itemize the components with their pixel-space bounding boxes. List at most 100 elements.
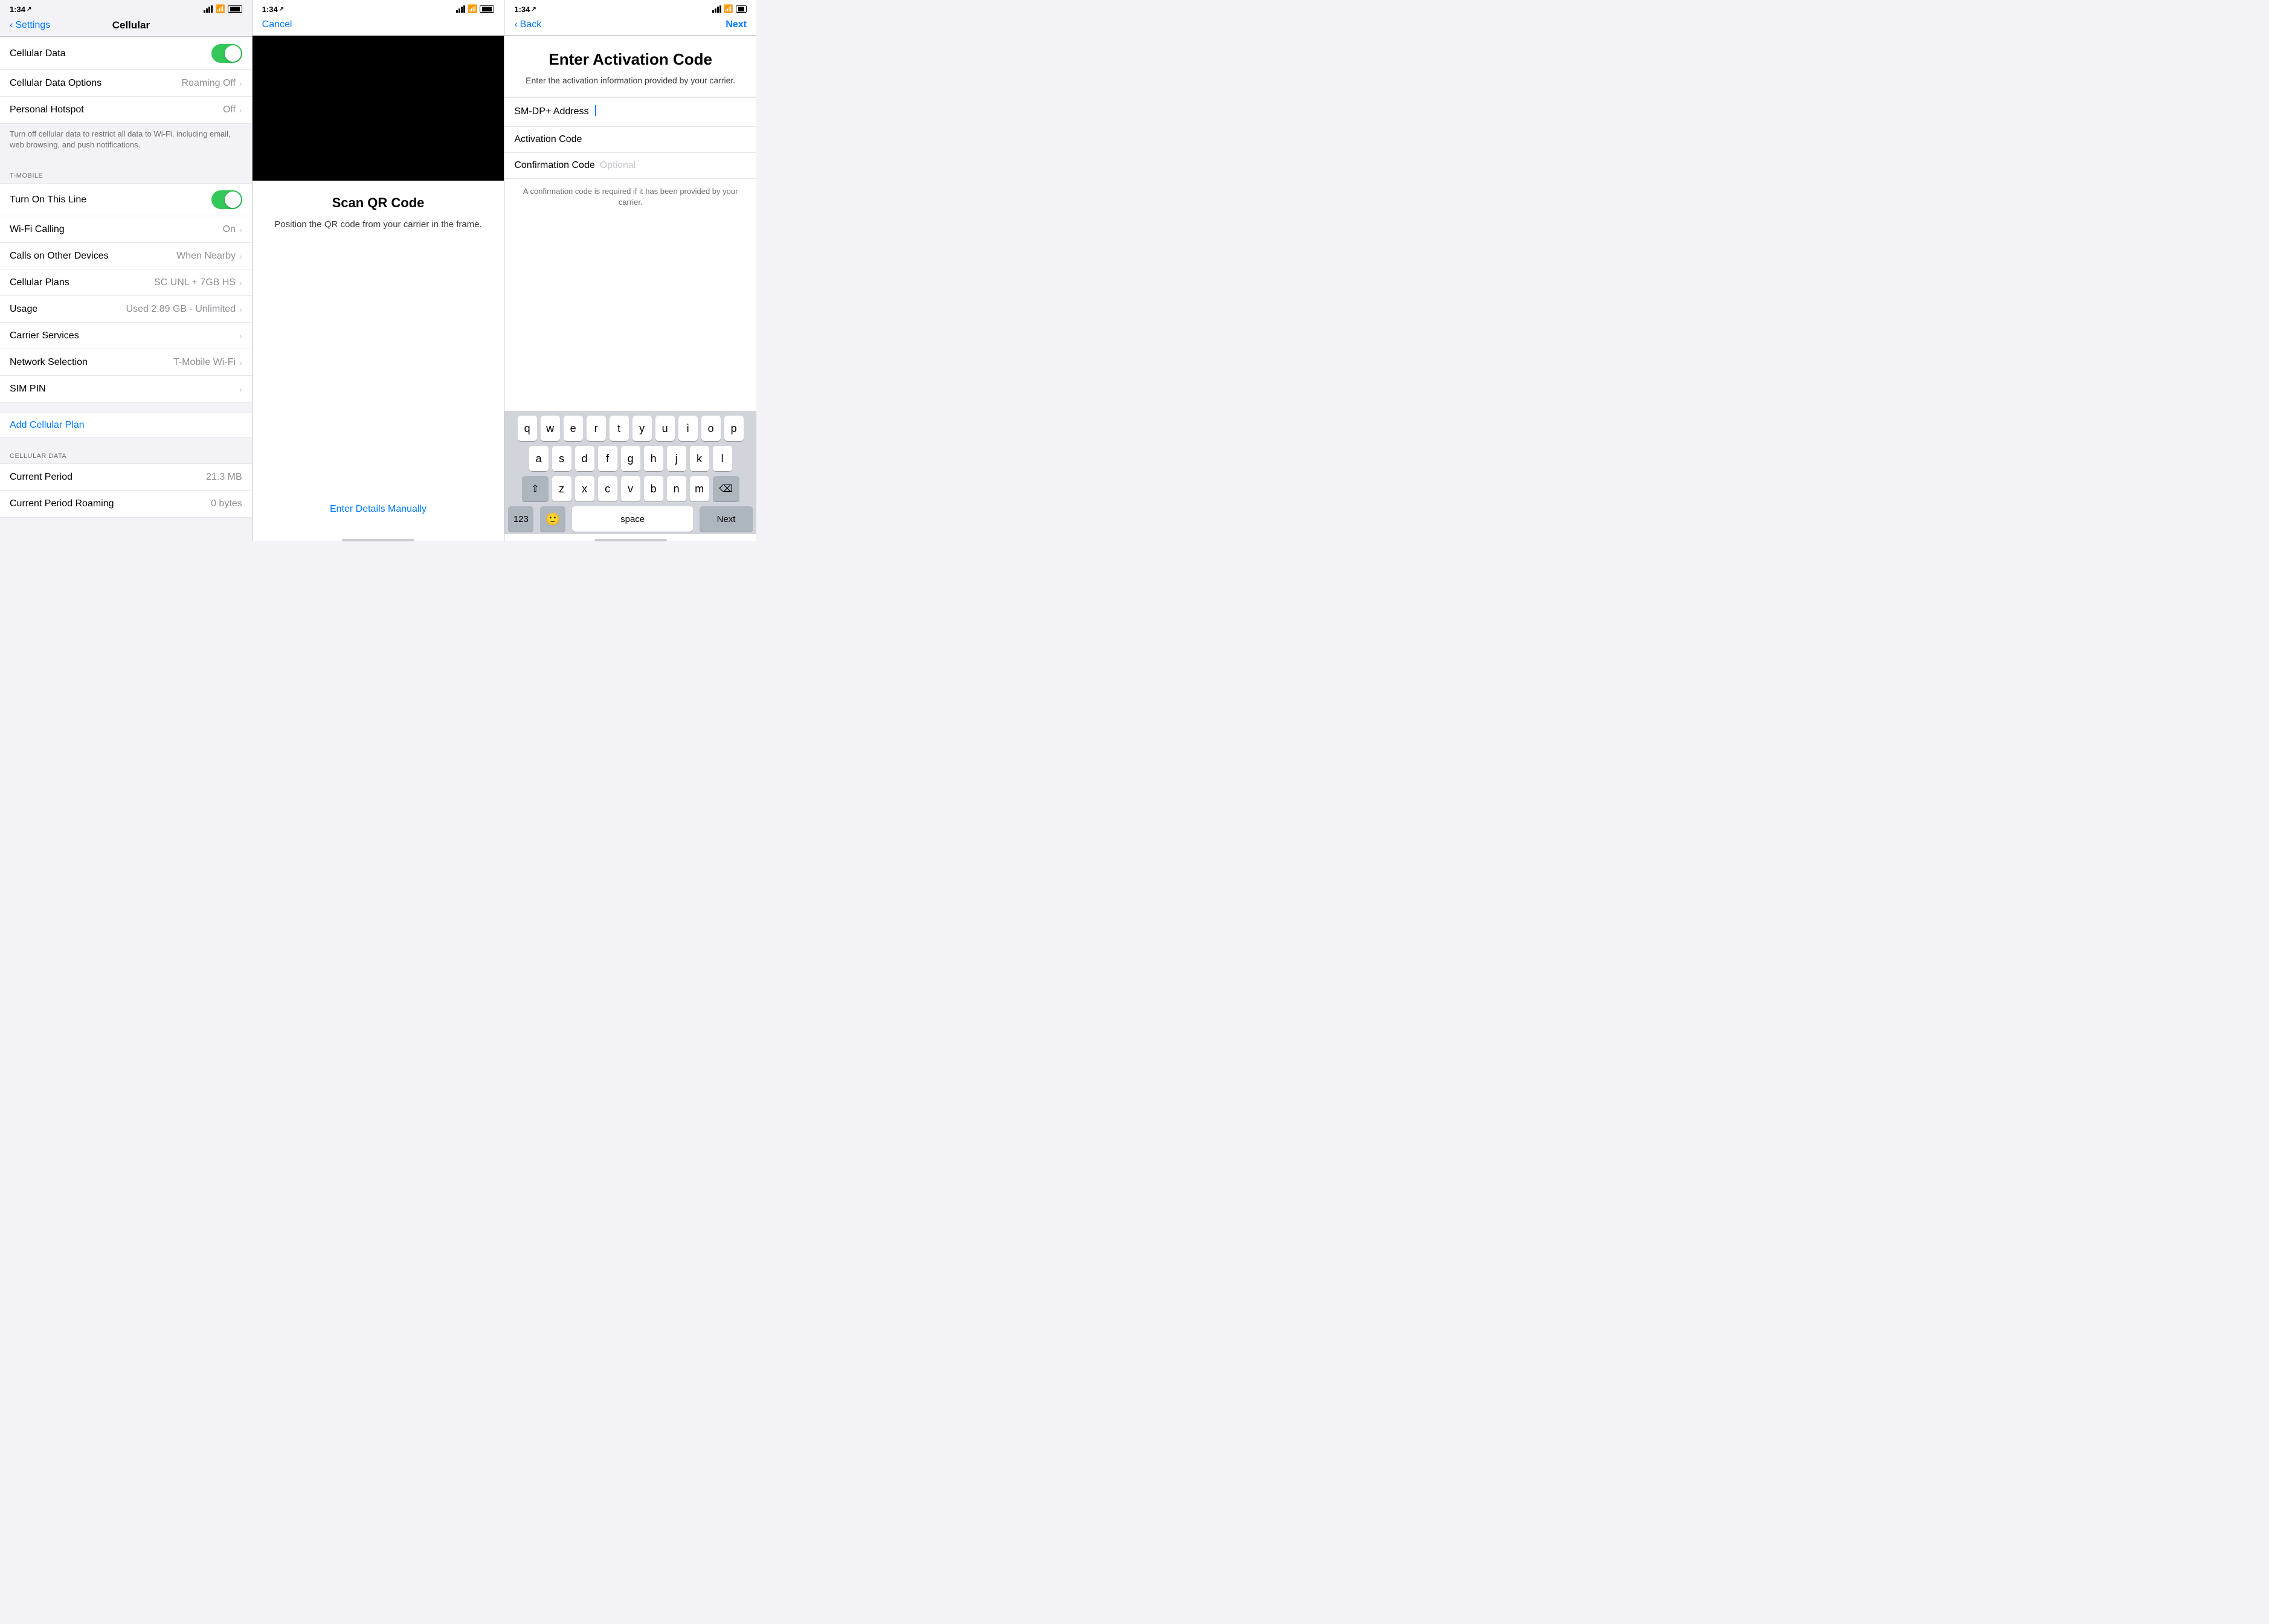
wifi-calling-row[interactable]: Wi-Fi Calling On › — [0, 216, 252, 243]
key-g[interactable]: g — [621, 446, 640, 471]
shift-key[interactable]: ⇧ — [522, 476, 549, 501]
chevron-right-icon-2: › — [239, 105, 242, 115]
current-period-row: Current Period 21.3 MB — [0, 464, 252, 491]
key-r[interactable]: r — [587, 416, 606, 441]
key-b[interactable]: b — [644, 476, 663, 501]
back-button-3[interactable]: ‹ Back — [514, 19, 541, 30]
key-c[interactable]: c — [598, 476, 617, 501]
usage-row[interactable]: Usage Used 2.89 GB - Unlimited › — [0, 296, 252, 323]
personal-hotspot-row[interactable]: Personal Hotspot Off › — [0, 97, 252, 123]
smdp-address-input-row[interactable]: SM-DP+ Address — [514, 105, 747, 119]
keyboard-row-1: q w e r t y u i o p — [506, 416, 755, 441]
key-n[interactable]: n — [667, 476, 686, 501]
smdp-cursor — [594, 105, 596, 119]
key-z[interactable]: z — [552, 476, 571, 501]
sim-pin-row[interactable]: SIM PIN › — [0, 376, 252, 402]
cellular-data-options-value: Roaming Off › — [181, 78, 242, 89]
chevron-right-icon-3: › — [239, 225, 242, 234]
activation-code-panel: 1:34 ↗ 📶 ‹ Back Next Enter Activ — [504, 0, 756, 541]
status-bar-1: 1:34 ↗ 📶 — [0, 0, 252, 17]
personal-hotspot-label: Personal Hotspot — [10, 105, 84, 115]
qr-title: Scan QR Code — [274, 195, 481, 211]
keyboard: q w e r t y u i o p a s d f g h j k l ⇧ … — [504, 411, 756, 534]
key-t[interactable]: t — [610, 416, 629, 441]
key-y[interactable]: y — [632, 416, 652, 441]
key-p[interactable]: p — [724, 416, 744, 441]
chevron-right-icon-9: › — [239, 384, 242, 394]
chevron-right-icon: › — [239, 79, 242, 88]
signal-bar-2 — [206, 8, 208, 13]
signal-bar-4 — [211, 5, 213, 13]
key-k[interactable]: k — [690, 446, 709, 471]
confirmation-code-placeholder: Optional — [600, 160, 636, 171]
battery-icon-1 — [228, 5, 242, 13]
turn-on-line-toggle[interactable] — [211, 190, 242, 209]
cellular-data-row[interactable]: Cellular Data — [0, 37, 252, 70]
chevron-right-icon-4: › — [239, 251, 242, 261]
calls-other-value: When Nearby › — [176, 251, 242, 262]
activation-header: Enter Activation Code Enter the activati… — [504, 36, 756, 97]
network-selection-label: Network Selection — [10, 357, 88, 368]
signal-bars-2 — [456, 5, 465, 13]
space-key[interactable]: space — [572, 506, 693, 532]
key-o[interactable]: o — [701, 416, 721, 441]
current-period-value: 21.3 MB — [206, 472, 242, 483]
confirmation-code-field-row[interactable]: Confirmation Code Optional — [504, 153, 756, 179]
activation-fields: SM-DP+ Address Activation Code Confirmat… — [504, 97, 756, 179]
key-h[interactable]: h — [644, 446, 663, 471]
key-q[interactable]: q — [518, 416, 537, 441]
confirmation-code-input-row[interactable]: Confirmation Code Optional — [514, 160, 747, 171]
chevron-right-icon-8: › — [239, 358, 242, 367]
signal-bar-3 — [208, 7, 210, 13]
carrier-services-row[interactable]: Carrier Services › — [0, 323, 252, 349]
page-title-1: Cellular — [50, 19, 212, 31]
cellular-data-options-row[interactable]: Cellular Data Options Roaming Off › — [0, 70, 252, 97]
location-icon-3: ↗ — [531, 6, 536, 13]
keyboard-row-3: ⇧ z x c v b n m ⌫ — [506, 476, 755, 501]
enter-details-manually-link[interactable]: Enter Details Manually — [330, 504, 426, 515]
activation-code-field-row[interactable]: Activation Code — [504, 127, 756, 153]
delete-key[interactable]: ⌫ — [713, 476, 739, 501]
sim-pin-label: SIM PIN — [10, 384, 46, 395]
location-icon-1: ↗ — [27, 6, 31, 13]
network-selection-row[interactable]: Network Selection T-Mobile Wi-Fi › — [0, 349, 252, 376]
cellular-data-options-label: Cellular Data Options — [10, 78, 101, 89]
key-d[interactable]: d — [575, 446, 594, 471]
numbers-key[interactable]: 123 — [508, 506, 533, 532]
back-to-settings-button[interactable]: ‹ Settings — [10, 20, 50, 31]
personal-hotspot-value: Off › — [223, 105, 242, 115]
cellular-plans-row[interactable]: Cellular Plans SC UNL + 7GB HS › — [0, 269, 252, 296]
key-f[interactable]: f — [598, 446, 617, 471]
key-a[interactable]: a — [529, 446, 549, 471]
emoji-key[interactable]: 🙂 — [540, 506, 565, 532]
confirmation-code-label: Confirmation Code — [514, 160, 594, 171]
key-w[interactable]: w — [541, 416, 560, 441]
keyboard-bottom-row: 123 🙂 space Next — [506, 506, 755, 532]
chevron-left-icon-3: ‹ — [514, 19, 517, 30]
signal-bar-1 — [204, 10, 205, 13]
cellular-data-label: Cellular Data — [10, 48, 65, 59]
key-e[interactable]: e — [564, 416, 583, 441]
activation-code-input-row[interactable]: Activation Code — [514, 134, 747, 145]
key-v[interactable]: v — [621, 476, 640, 501]
key-l[interactable]: l — [713, 446, 732, 471]
current-period-label: Current Period — [10, 472, 72, 483]
key-s[interactable]: s — [552, 446, 571, 471]
status-bar-3: 1:34 ↗ 📶 — [504, 0, 756, 17]
key-x[interactable]: x — [575, 476, 594, 501]
keyboard-next-key[interactable]: Next — [700, 506, 753, 532]
calls-other-devices-row[interactable]: Calls on Other Devices When Nearby › — [0, 243, 252, 269]
key-m[interactable]: m — [690, 476, 709, 501]
cellular-data-toggle[interactable] — [211, 44, 242, 63]
add-cellular-plan-button[interactable]: Add Cellular Plan — [0, 413, 252, 438]
wifi-icon-1: 📶 — [215, 4, 225, 14]
cancel-button[interactable]: Cancel — [262, 19, 292, 30]
turn-on-line-row[interactable]: Turn On This Line — [0, 184, 252, 216]
key-j[interactable]: j — [667, 446, 686, 471]
key-u[interactable]: u — [655, 416, 675, 441]
carrier-services-label: Carrier Services — [10, 330, 79, 341]
carrier-services-value: › — [239, 331, 242, 341]
wifi-calling-label: Wi-Fi Calling — [10, 224, 65, 235]
next-button-3[interactable]: Next — [716, 19, 747, 30]
key-i[interactable]: i — [678, 416, 698, 441]
